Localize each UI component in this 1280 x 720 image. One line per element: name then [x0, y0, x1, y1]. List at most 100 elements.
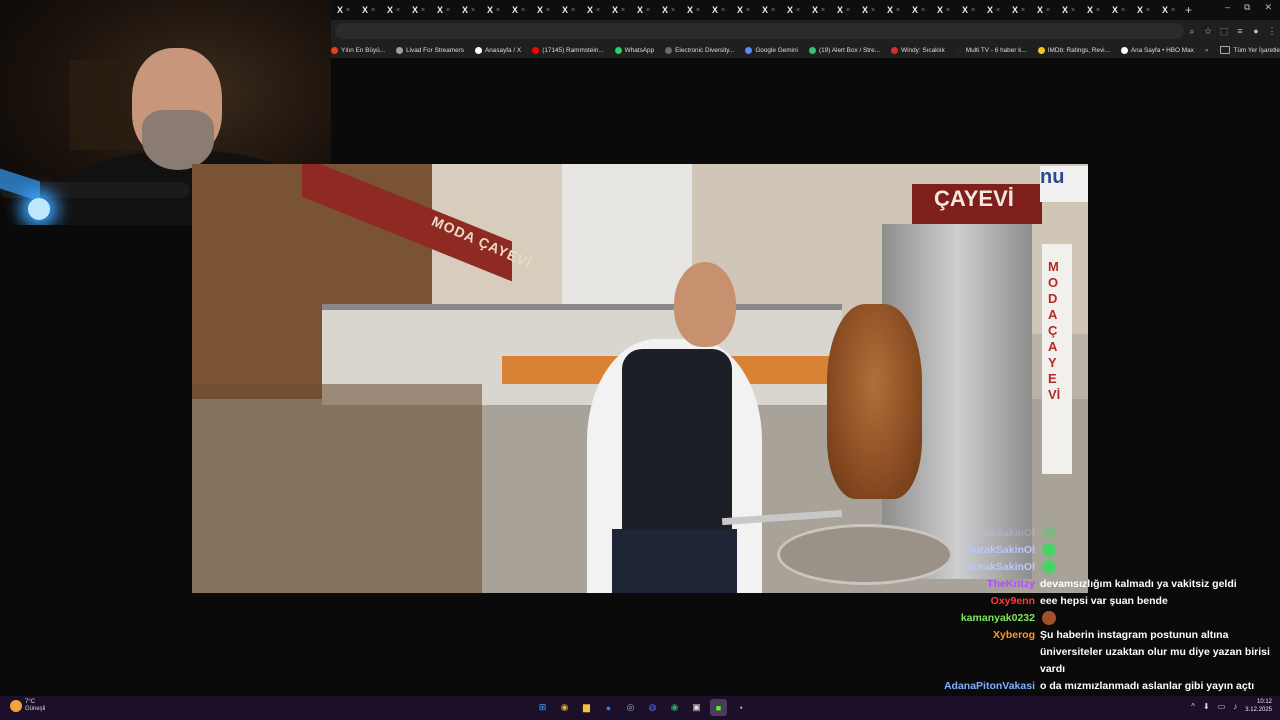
close-icon[interactable]: × — [621, 7, 625, 14]
address-bar[interactable] — [335, 23, 1184, 39]
bookmark-item[interactable]: Multi TV - 6 haber k... — [955, 46, 1027, 54]
bookmark-item[interactable]: (19) Alert Box / Stre... — [808, 46, 880, 54]
browser-tab[interactable]: X × — [556, 2, 581, 18]
menu-icon[interactable]: ⋮ — [1264, 26, 1280, 37]
obs-icon[interactable]: ◔ — [732, 699, 749, 716]
browser-tab[interactable]: X × — [731, 2, 756, 18]
browser-tab[interactable]: X × — [881, 2, 906, 18]
close-icon[interactable]: × — [871, 7, 875, 14]
kick-icon[interactable]: ■ — [710, 699, 727, 716]
maximize-button[interactable]: ⧉ — [1244, 2, 1250, 13]
browser-tab[interactable]: X × — [906, 2, 931, 18]
epic-games-icon[interactable]: ▣ — [688, 699, 705, 716]
browser-tab[interactable]: X × — [456, 2, 481, 18]
bookmark-item[interactable]: Livad For Streamers — [396, 46, 464, 54]
browser-tab[interactable]: X × — [956, 2, 981, 18]
bookmark-star-icon[interactable]: ☆ — [1200, 26, 1216, 37]
browser-tab[interactable]: X × — [981, 2, 1006, 18]
profile-icon[interactable]: ● — [1248, 26, 1264, 36]
browser-tab[interactable]: X × — [931, 2, 956, 18]
close-icon[interactable]: × — [596, 7, 600, 14]
close-icon[interactable]: × — [521, 7, 525, 14]
browser-tab[interactable]: X × — [1131, 2, 1156, 18]
close-icon[interactable]: × — [796, 7, 800, 14]
browser-tab[interactable]: X × — [656, 2, 681, 18]
close-icon[interactable]: × — [446, 7, 450, 14]
close-icon[interactable]: × — [971, 7, 975, 14]
close-icon[interactable]: × — [1046, 7, 1050, 14]
bookmark-item[interactable]: Google Gemini — [745, 46, 798, 54]
close-icon[interactable]: × — [996, 7, 1000, 14]
close-icon[interactable]: × — [1146, 7, 1150, 14]
browser-tab[interactable]: X × — [1081, 2, 1106, 18]
close-icon[interactable]: × — [671, 7, 675, 14]
browser-tab[interactable]: X × — [756, 2, 781, 18]
browser-tab[interactable]: X × — [781, 2, 806, 18]
spotify-icon[interactable]: ◉ — [666, 699, 683, 716]
browser-tab[interactable]: X × — [806, 2, 831, 18]
discord-icon[interactable]: ◍ — [644, 699, 661, 716]
close-icon[interactable]: × — [821, 7, 825, 14]
all-bookmarks-button[interactable]: Tüm Yer İşaretleri — [1220, 46, 1280, 54]
download-icon[interactable]: ⬇ — [1203, 702, 1210, 711]
close-icon[interactable]: × — [1021, 7, 1025, 14]
chrome-icon[interactable]: ◉ — [556, 699, 573, 716]
browser-tab[interactable]: X × — [631, 2, 656, 18]
bookmark-item[interactable]: Windy: Sıcaklık — [891, 46, 945, 54]
close-icon[interactable]: × — [1071, 7, 1075, 14]
zoom-icon[interactable]: ⌕ — [1184, 26, 1200, 37]
close-icon[interactable]: × — [946, 7, 950, 14]
close-icon[interactable]: × — [1121, 7, 1125, 14]
browser-tab[interactable]: X × — [1056, 2, 1081, 18]
close-icon[interactable]: × — [721, 7, 725, 14]
browser-tab[interactable]: X × — [381, 2, 406, 18]
bookmark-item[interactable]: Ana Sayfa • HBO Max — [1120, 46, 1194, 54]
close-icon[interactable]: × — [571, 7, 575, 14]
browser-tab[interactable]: X × — [831, 2, 856, 18]
browser-tab[interactable]: X × — [331, 2, 356, 18]
bookmark-item[interactable]: (17145) Rammstein... — [532, 46, 604, 54]
minimize-button[interactable]: – — [1225, 2, 1230, 13]
bookmark-item[interactable]: Electronic Diversity... — [665, 46, 734, 54]
close-icon[interactable]: × — [421, 7, 425, 14]
close-icon[interactable]: × — [846, 7, 850, 14]
weather-widget[interactable]: 7°C Güneşli — [10, 699, 45, 713]
browser-tab[interactable]: X × — [606, 2, 631, 18]
close-icon[interactable]: × — [496, 7, 500, 14]
close-icon[interactable]: × — [771, 7, 775, 14]
windows-start-icon[interactable]: ⊞ — [534, 699, 551, 716]
browser-tab[interactable]: X × — [581, 2, 606, 18]
volume-icon[interactable]: ♪ — [1233, 702, 1237, 711]
browser-tab[interactable]: X × — [856, 2, 881, 18]
browser-tab[interactable]: X × — [356, 2, 381, 18]
new-tab-button[interactable]: + — [1185, 3, 1192, 17]
close-icon[interactable]: × — [696, 7, 700, 14]
file-explorer-icon[interactable]: ▆ — [578, 699, 595, 716]
extensions-icon[interactable]: ⬚ — [1216, 26, 1232, 37]
close-icon[interactable]: × — [396, 7, 400, 14]
browser-tab[interactable]: X × — [1106, 2, 1131, 18]
browser-tab[interactable]: X × — [681, 2, 706, 18]
close-icon[interactable]: × — [471, 7, 475, 14]
close-icon[interactable]: × — [646, 7, 650, 14]
close-icon[interactable]: × — [896, 7, 900, 14]
browser-tab[interactable]: X × — [531, 2, 556, 18]
browser-tab[interactable]: X × — [406, 2, 431, 18]
steam-icon[interactable]: ◎ — [622, 699, 639, 716]
browser-tab[interactable]: X × — [481, 2, 506, 18]
bookmark-item[interactable]: IMDb: Ratings, Revi... — [1037, 46, 1110, 54]
close-icon[interactable]: × — [1171, 7, 1175, 14]
close-icon[interactable]: × — [371, 7, 375, 14]
app-blue-icon[interactable]: ● — [600, 699, 617, 716]
bookmark-item[interactable]: Yılın En Büyü... — [331, 46, 385, 54]
browser-tab[interactable]: X × — [706, 2, 731, 18]
bookmarks-overflow-button[interactable]: » — [1205, 47, 1209, 54]
reading-list-icon[interactable]: ≡ — [1232, 26, 1248, 36]
close-window-button[interactable]: ✕ — [1264, 2, 1272, 13]
close-icon[interactable]: × — [546, 7, 550, 14]
close-icon[interactable]: × — [346, 7, 350, 14]
close-icon[interactable]: × — [746, 7, 750, 14]
close-icon[interactable]: × — [921, 7, 925, 14]
browser-tab[interactable]: X × — [1156, 2, 1181, 18]
browser-tab[interactable]: X × — [1031, 2, 1056, 18]
